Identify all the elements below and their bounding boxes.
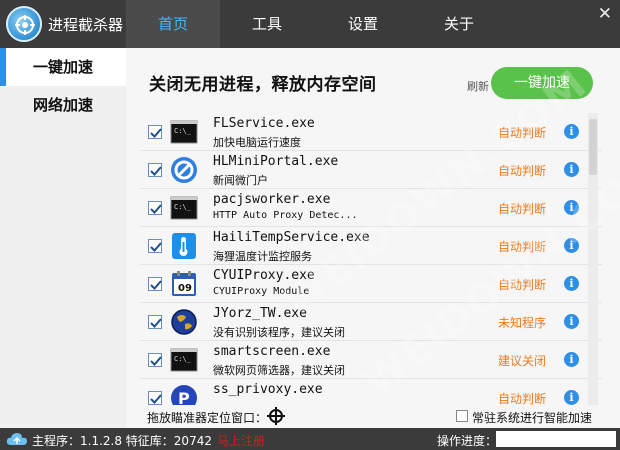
main-panel: 关闭无用进程，释放内存空间 刷新 一键加速 C:\_ FLService.exe… <box>126 48 620 428</box>
info-icon[interactable]: i <box>564 390 579 405</box>
process-row: C:\_ FLService.exe 加快电脑运行速度 自动判断 i <box>140 113 602 151</box>
process-description: 加快电脑运行速度 <box>213 136 301 149</box>
tab-home[interactable]: 首页 <box>126 0 220 48</box>
refresh-link[interactable]: 刷新 <box>467 78 489 94</box>
tab-tools[interactable]: 工具 <box>220 0 314 48</box>
process-description: 新闻微门户 <box>213 174 268 187</box>
process-status[interactable]: 自动判断 <box>498 276 546 293</box>
one-click-boost-button[interactable]: 一键加速 <box>491 67 593 99</box>
process-row: C:\_ pacjsworker.exe HTTP Auto Proxy Det… <box>140 189 602 227</box>
info-icon[interactable]: i <box>564 200 579 215</box>
info-icon[interactable]: i <box>564 124 579 139</box>
process-name: pacjsworker.exe <box>213 192 331 207</box>
close-icon[interactable]: ✕ <box>598 4 612 24</box>
process-name: HailiTempService.exe <box>213 230 370 245</box>
svg-text:09: 09 <box>178 283 192 294</box>
process-status[interactable]: 自动判断 <box>498 162 546 179</box>
process-status[interactable]: 自动判断 <box>498 200 546 217</box>
locator-label: 拖放瞄准器定位窗口： <box>147 411 268 425</box>
app-logo-icon <box>6 6 42 42</box>
process-name: smartscreen.exe <box>213 344 331 359</box>
process-status[interactable]: 建议关闭 <box>498 352 546 369</box>
info-icon[interactable]: i <box>564 352 579 367</box>
calendar-icon: 09 <box>170 270 198 298</box>
process-list: C:\_ FLService.exe 加快电脑运行速度 自动判断 i HLMin… <box>140 113 602 405</box>
info-icon[interactable]: i <box>564 162 579 177</box>
process-name: HLMiniPortal.exe <box>213 154 339 169</box>
process-checkbox[interactable] <box>148 277 162 291</box>
svg-text:P: P <box>178 389 190 405</box>
privoxy-icon: P <box>170 384 198 405</box>
svg-text:C:\_: C:\_ <box>174 355 192 363</box>
thermometer-icon <box>170 232 198 260</box>
info-icon[interactable]: i <box>564 276 579 291</box>
tab-settings[interactable]: 设置 <box>316 0 410 48</box>
process-row: P ss_privoxy.exe 自动判断 i <box>140 379 602 405</box>
process-description: 微软网页筛选器，建议关闭 <box>213 364 345 377</box>
process-name: FLService.exe <box>213 116 315 131</box>
page-title: 关闭无用进程，释放内存空间 <box>149 75 377 95</box>
process-checkbox[interactable] <box>148 201 162 215</box>
process-checkbox[interactable] <box>148 353 162 367</box>
console-icon: C:\_ <box>170 346 198 374</box>
process-description: 没有识别该程序，建议关闭 <box>213 326 345 339</box>
console-icon: C:\_ <box>170 194 198 222</box>
sidebar: 一键加速 网络加速 <box>0 48 126 428</box>
process-status[interactable]: 自动判断 <box>498 238 546 255</box>
process-status[interactable]: 自动判断 <box>498 390 546 405</box>
process-name: ss_privoxy.exe <box>213 382 323 397</box>
info-icon[interactable]: i <box>564 238 579 253</box>
swirl-app-icon <box>170 156 198 184</box>
sidebar-item-network-boost[interactable]: 网络加速 <box>0 86 126 124</box>
process-checkbox[interactable] <box>148 391 162 405</box>
auto-boost-checkbox[interactable] <box>456 410 468 422</box>
cloud-icon <box>6 432 28 449</box>
process-description: HTTP Auto Proxy Detec... <box>213 210 358 221</box>
svg-text:C:\_: C:\_ <box>174 203 192 211</box>
process-checkbox[interactable] <box>148 315 162 329</box>
process-row: JYorz_TW.exe 没有识别该程序，建议关闭 未知程序 i <box>140 303 602 341</box>
process-description: CYUIProxy Module <box>213 286 310 297</box>
register-link[interactable]: 马上注册 <box>217 432 265 449</box>
app-title: 进程截杀器 <box>48 16 124 34</box>
process-row: HLMiniPortal.exe 新闻微门户 自动判断 i <box>140 151 602 189</box>
process-name: JYorz_TW.exe <box>213 306 307 321</box>
process-status[interactable]: 未知程序 <box>498 314 546 331</box>
process-row: HailiTempService.exe 海狸温度计监控服务 自动判断 i <box>140 227 602 265</box>
process-checkbox[interactable] <box>148 163 162 177</box>
auto-boost-label: 常驻系统进行智能加速 <box>472 411 593 425</box>
process-name: CYUIProxy.exe <box>213 268 315 283</box>
scrollbar-thumb[interactable] <box>589 119 597 175</box>
progress-bar <box>496 431 616 447</box>
progress-label: 操作进度： <box>437 434 498 448</box>
process-description: 海狸温度计监控服务 <box>213 250 312 263</box>
title-bar: 进程截杀器 首页 工具 设置 关于 ✕ <box>0 0 620 48</box>
process-row: C:\_ smartscreen.exe 微软网页筛选器，建议关闭 建议关闭 i <box>140 341 602 379</box>
status-bar: 主程序：1.1.2.8 特征库：20742 马上注册 操作进度： <box>0 428 620 450</box>
svg-text:C:\_: C:\_ <box>174 127 192 135</box>
globe-icon <box>170 308 198 336</box>
process-checkbox[interactable] <box>148 239 162 253</box>
crosshair-icon[interactable] <box>267 407 285 429</box>
process-status[interactable]: 自动判断 <box>498 124 546 141</box>
console-icon: C:\_ <box>170 118 198 146</box>
version-info: 主程序：1.1.2.8 特征库：20742 <box>32 434 212 448</box>
info-icon[interactable]: i <box>564 314 579 329</box>
process-row: 09 CYUIProxy.exe CYUIProxy Module 自动判断 i <box>140 265 602 303</box>
sidebar-item-one-click-boost[interactable]: 一键加速 <box>0 48 126 86</box>
process-checkbox[interactable] <box>148 125 162 139</box>
tab-about[interactable]: 关于 <box>412 0 506 48</box>
locator-bar: 拖放瞄准器定位窗口： 常驻系统进行智能加速 <box>126 405 620 428</box>
process-list-scrollbar[interactable] <box>588 113 598 405</box>
